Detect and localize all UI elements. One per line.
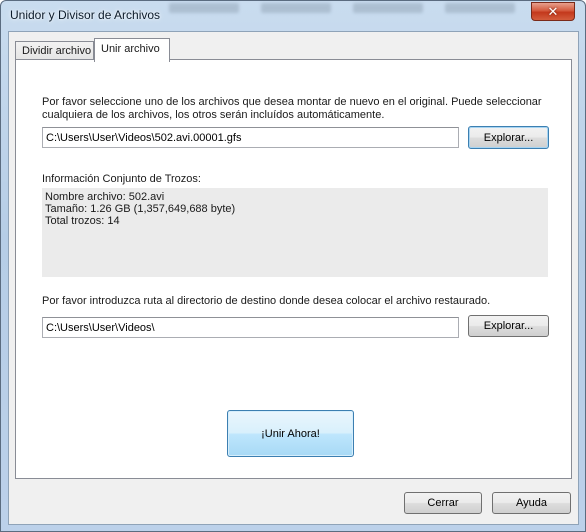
info-line-total-chunks: Total trozos: 14 — [45, 215, 120, 227]
button-label: ¡Unir Ahora! — [261, 427, 320, 440]
help-button[interactable]: Ayuda — [492, 492, 571, 514]
app-window: Unidor y Divisor de Archivos ✕ Dividir a… — [0, 0, 586, 532]
chunk-info-title: Información Conjunto de Trozos: — [42, 173, 201, 185]
browse-destination-button[interactable]: Explorar... — [468, 315, 549, 337]
button-label: Ayuda — [516, 497, 547, 509]
close-icon: ✕ — [547, 3, 559, 19]
dialog-client-area: Dividir archivo Unir archivo Por favor s… — [8, 31, 579, 525]
chunk-info-box: Nombre archivo: 502.avi Tamaño: 1.26 GB … — [42, 188, 548, 277]
join-file-panel: Por favor seleccione uno de los archivos… — [15, 59, 572, 479]
tab-split-file[interactable]: Dividir archivo — [15, 41, 94, 61]
source-file-input[interactable] — [42, 127, 459, 148]
info-line-size: Tamaño: 1.26 GB (1,357,649,688 byte) — [45, 203, 236, 215]
source-instructions: Por favor seleccione uno de los archivos… — [42, 96, 542, 121]
browse-source-button[interactable]: Explorar... — [468, 126, 549, 149]
title-bar: Unidor y Divisor de Archivos ✕ — [1, 1, 585, 31]
window-title: Unidor y Divisor de Archivos — [10, 8, 161, 22]
destination-instructions: Por favor introduzca ruta al directorio … — [42, 295, 491, 307]
close-window-button[interactable]: ✕ — [531, 2, 575, 21]
join-now-button[interactable]: ¡Unir Ahora! — [227, 410, 354, 457]
button-label: Cerrar — [427, 497, 459, 509]
button-label: Explorar... — [483, 320, 534, 332]
button-label: Explorar... — [483, 131, 534, 144]
destination-path-input[interactable] — [42, 317, 459, 338]
tab-label: Unir archivo — [101, 43, 160, 55]
close-button[interactable]: Cerrar — [404, 492, 482, 514]
tab-join-file[interactable]: Unir archivo — [94, 38, 170, 62]
blurred-background — [169, 3, 529, 17]
tab-label: Dividir archivo — [22, 45, 92, 57]
info-line-filename: Nombre archivo: 502.avi — [45, 191, 165, 203]
